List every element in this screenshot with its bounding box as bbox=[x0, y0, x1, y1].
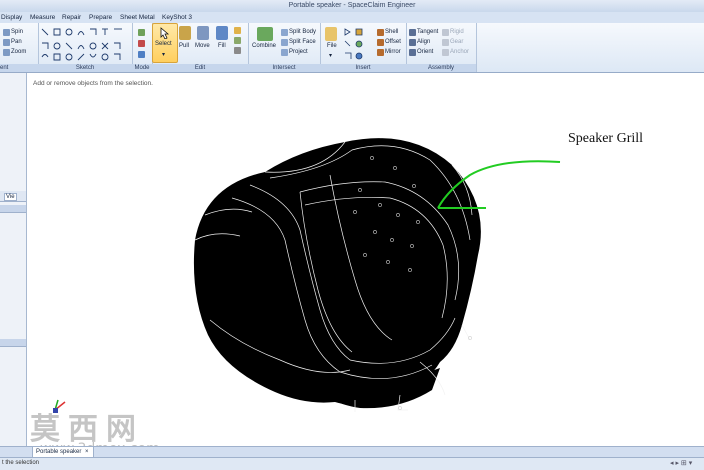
split-face-button[interactable]: Split Face bbox=[289, 39, 316, 45]
file-icon bbox=[325, 27, 337, 41]
edit-extra-icon-2[interactable] bbox=[234, 37, 241, 44]
tab-prepare[interactable]: Prepare bbox=[89, 14, 112, 21]
align-button[interactable]: Align bbox=[417, 39, 430, 45]
pull-icon bbox=[179, 26, 191, 40]
panel-tab-strip: Vie bbox=[0, 191, 26, 202]
insert-group-label: Insert bbox=[320, 64, 406, 72]
anchor-button[interactable]: Anchor bbox=[450, 49, 469, 55]
align-icon bbox=[409, 39, 416, 46]
intersect-group-label: Intersect bbox=[248, 64, 320, 72]
offset-icon bbox=[377, 39, 384, 46]
status-text: t the selection bbox=[2, 460, 40, 466]
select-button[interactable]: Select ▾ bbox=[152, 23, 178, 63]
tab-measure[interactable]: Measure bbox=[30, 14, 55, 21]
ribbon: Spin Pan Zoom ent Sketch Mode Edit Combi… bbox=[0, 23, 704, 73]
zoom-icon bbox=[3, 49, 10, 56]
anchor-icon bbox=[442, 49, 449, 56]
pan-icon bbox=[3, 39, 10, 46]
edit-group-label: Edit bbox=[152, 64, 248, 72]
rigid-icon bbox=[442, 29, 449, 36]
document-tab-label: Portable speaker bbox=[36, 449, 82, 455]
tangent-button[interactable]: Tangent bbox=[417, 29, 438, 35]
assembly-group-label: Assembly bbox=[406, 64, 476, 72]
orient-button[interactable]: Orient bbox=[417, 49, 433, 55]
speaker-model[interactable] bbox=[27, 73, 704, 446]
project-button[interactable]: Project bbox=[289, 49, 308, 55]
orient-icon bbox=[409, 49, 416, 56]
cursor-icon bbox=[160, 27, 170, 39]
fill-icon bbox=[216, 26, 228, 40]
edit-extra-icon-3[interactable] bbox=[234, 47, 241, 54]
spin-button[interactable]: Spin bbox=[11, 29, 23, 35]
3d-mode-icon[interactable] bbox=[138, 51, 145, 58]
rigid-button[interactable]: Rigid bbox=[450, 29, 464, 35]
shell-button[interactable]: Shell bbox=[385, 29, 398, 35]
options-section-header[interactable] bbox=[0, 339, 26, 347]
insert-group: File ▾ Shell Offset Mirror Insert bbox=[320, 23, 407, 72]
status-bar: t the selection bbox=[0, 457, 704, 470]
combine-icon bbox=[257, 27, 273, 41]
pan-button[interactable]: Pan bbox=[11, 39, 22, 45]
tab-sheet-metal[interactable]: Sheet Metal bbox=[120, 14, 155, 21]
gear-icon bbox=[442, 39, 449, 46]
move-button[interactable]: Move bbox=[195, 43, 210, 49]
move-icon bbox=[197, 26, 209, 40]
tab-repair[interactable]: Repair bbox=[62, 14, 81, 21]
shell-icon bbox=[377, 29, 384, 36]
tab-display[interactable]: Display bbox=[1, 14, 22, 21]
gear-button[interactable]: Gear bbox=[450, 39, 463, 45]
design-canvas[interactable] bbox=[27, 73, 704, 446]
sketch-mode-icon[interactable] bbox=[138, 29, 145, 36]
split-body-icon bbox=[281, 29, 288, 36]
edit-extra-icon-1[interactable] bbox=[234, 27, 241, 34]
document-tab[interactable]: Portable speaker × bbox=[32, 446, 94, 457]
insert-shape-icons[interactable] bbox=[342, 26, 372, 62]
properties-section-header[interactable] bbox=[0, 205, 26, 213]
sketch-tools-icons[interactable] bbox=[38, 25, 132, 65]
close-icon[interactable]: × bbox=[85, 449, 89, 455]
window-title: Portable speaker - SpaceClaim Engineer bbox=[288, 2, 416, 9]
status-hint: Add or remove objects from the selection… bbox=[33, 80, 153, 87]
zoom-button[interactable]: Zoom bbox=[11, 49, 26, 55]
pull-button[interactable]: Pull bbox=[179, 43, 189, 49]
combine-button[interactable]: Combine bbox=[252, 43, 276, 49]
sketch-group-label: Sketch bbox=[38, 64, 132, 72]
split-face-icon bbox=[281, 39, 288, 46]
structure-panel: Vie bbox=[0, 73, 27, 446]
tab-keyshot[interactable]: KeyShot 3 bbox=[162, 14, 192, 21]
mirror-icon bbox=[377, 49, 384, 56]
file-button[interactable]: File bbox=[327, 43, 337, 49]
select-dropdown-icon: ▾ bbox=[162, 52, 166, 58]
mirror-button[interactable]: Mirror bbox=[385, 49, 401, 55]
split-body-button[interactable]: Split Body bbox=[289, 29, 316, 35]
mode-group: Mode bbox=[132, 23, 153, 72]
fill-button[interactable]: Fill bbox=[218, 43, 226, 49]
status-controls-icon[interactable]: ◂ ▸ ⊞ ▾ bbox=[670, 459, 692, 467]
mode-group-label: Mode bbox=[132, 64, 152, 72]
orient-group-label: ent bbox=[0, 64, 38, 72]
assembly-group: Tangent Align Orient Rigid Gear Anchor A… bbox=[406, 23, 477, 72]
section-mode-icon[interactable] bbox=[138, 40, 145, 47]
sketch-group: Sketch bbox=[38, 23, 133, 72]
tangent-icon bbox=[409, 29, 416, 36]
project-icon bbox=[281, 49, 288, 56]
select-label: Select bbox=[155, 41, 172, 47]
spin-icon bbox=[3, 29, 10, 36]
file-dropdown-icon[interactable]: ▾ bbox=[329, 52, 332, 59]
speaker-grill-annotation: Speaker Grill bbox=[568, 131, 644, 146]
intersect-group: Combine Split Body Split Face Project In… bbox=[248, 23, 321, 72]
panel-tab-view[interactable]: Vie bbox=[4, 193, 17, 201]
offset-button[interactable]: Offset bbox=[385, 39, 401, 45]
orient-group: Spin Pan Zoom ent bbox=[0, 23, 39, 72]
